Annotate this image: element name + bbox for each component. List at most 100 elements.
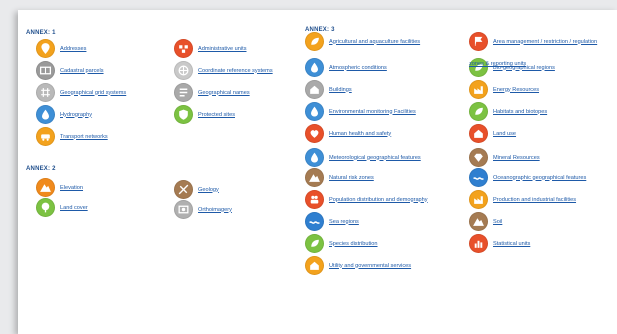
species-distribution-icon (305, 234, 324, 253)
theme-label: Sea regions (329, 218, 359, 225)
theme-label: Geographical grid systems (60, 89, 127, 96)
cadastral-parcels-icon (36, 61, 55, 80)
theme-link-habitats-and-biotopes[interactable]: Habitats and biotopes (469, 102, 547, 121)
theme-link-geographical-names[interactable]: Geographical names (174, 83, 250, 102)
theme-link-statistical-units[interactable]: Statistical units (469, 234, 530, 253)
theme-label: Coordinate reference systems (198, 67, 273, 74)
theme-label: Geographical names (198, 89, 250, 96)
theme-link-coordinate-reference-systems[interactable]: Coordinate reference systems (174, 61, 273, 80)
elevation-icon (36, 178, 55, 197)
theme-label: Transport networks (60, 133, 108, 140)
land-cover-icon (36, 198, 55, 217)
theme-label: Geology (198, 186, 219, 193)
natural-risk-zones-icon (305, 168, 324, 187)
theme-label: Cadastral parcels (60, 67, 104, 74)
theme-label: Species distribution (329, 240, 378, 247)
theme-link-soil[interactable]: Soil (469, 212, 502, 231)
geographical-names-icon (174, 83, 193, 102)
theme-link-transport-networks[interactable]: Transport networks (36, 127, 108, 146)
theme-label: Human health and safety (329, 130, 392, 137)
transport-networks-icon (36, 127, 55, 146)
geology-icon (174, 180, 193, 199)
theme-link-land-use[interactable]: Land use (469, 124, 516, 143)
theme-label: Buildings (329, 86, 352, 93)
annex-2-heading: ANNEX: 2 (26, 166, 56, 172)
theme-link-elevation[interactable]: Elevation (36, 178, 83, 197)
environmental-monitoring-facilities-icon (305, 102, 324, 121)
theme-link-natural-risk-zones[interactable]: Natural risk zones (305, 168, 374, 187)
theme-link-land-cover[interactable]: Land cover (36, 198, 88, 217)
oceanographic-geographical-features-icon (469, 168, 488, 187)
annex-1-heading: ANNEX: 1 (26, 30, 56, 36)
human-health-and-safety-icon (305, 124, 324, 143)
theme-label: Population distribution and demography (329, 196, 428, 203)
theme-link-area-management-restriction-regulation[interactable]: Area management / restriction / regulati… (469, 32, 597, 51)
theme-link-orthoimagery[interactable]: Orthoimagery (174, 200, 232, 219)
theme-label: Energy Resources (493, 86, 540, 93)
administrative-units-icon (174, 39, 193, 58)
statistical-units-icon (469, 234, 488, 253)
theme-link-atmospheric-conditions[interactable]: Atmospheric conditions (305, 58, 387, 77)
area-management-restriction-regulation-icon (469, 32, 488, 51)
hydrography-icon (36, 105, 55, 124)
atmospheric-conditions-icon (305, 58, 324, 77)
agricultural-and-aquaculture-facilities-icon (305, 32, 324, 51)
theme-link-addresses[interactable]: Addresses (36, 39, 86, 58)
buildings-icon (305, 80, 324, 99)
theme-link-energy-resources[interactable]: Energy Resources (469, 80, 539, 99)
geographical-grid-systems-icon (36, 83, 55, 102)
utility-and-governmental-services-icon (305, 256, 324, 275)
land-use-icon (469, 124, 488, 143)
theme-link-hydrography[interactable]: Hydrography (36, 105, 92, 124)
mineral-resources-icon (469, 148, 488, 167)
theme-label: Elevation (60, 184, 84, 191)
coordinate-reference-systems-icon (174, 61, 193, 80)
theme-link-population-distribution-and-demography[interactable]: Population distribution and demography (305, 190, 428, 209)
theme-label: Oceanographic geographical features (493, 174, 587, 181)
theme-label: Environmental monitoring Facilities (329, 108, 416, 115)
production-and-industrial-facilities-icon (469, 190, 488, 209)
theme-link-oceanographic-geographical-features[interactable]: Oceanographic geographical features (469, 168, 586, 187)
theme-label: Land cover (60, 204, 88, 211)
theme-label: Administrative units (198, 45, 247, 52)
theme-label: Area management / restriction / regulati… (493, 38, 598, 45)
theme-link-mineral-resources[interactable]: Mineral Resources (469, 148, 540, 167)
protected-sites-icon (174, 105, 193, 124)
theme-link-geology[interactable]: Geology (174, 180, 219, 199)
inspire-themes-page: ANNEX: 1 Addresses Administrative units … (18, 10, 617, 334)
theme-label: Meteorological geographical features (329, 154, 421, 161)
theme-label: Orthoimagery (198, 206, 232, 213)
theme-label: Addresses (60, 45, 87, 52)
theme-label: Production and industrial facilities (493, 196, 577, 203)
theme-link-cadastral-parcels[interactable]: Cadastral parcels (36, 61, 104, 80)
theme-label: Statistical units (493, 240, 531, 247)
soil-icon (469, 212, 488, 231)
theme-link-meteorological-geographical-features[interactable]: Meteorological geographical features (305, 148, 421, 167)
theme-link-environmental-monitoring-facilities[interactable]: Environmental monitoring Facilities (305, 102, 416, 121)
theme-label: Soil (493, 218, 503, 225)
theme-link-sea-regions[interactable]: Sea regions (305, 212, 359, 231)
theme-link-protected-sites[interactable]: Protected sites (174, 105, 235, 124)
theme-label-continuation[interactable]: zones & reporting units (469, 61, 526, 67)
theme-link-species-distribution[interactable]: Species distribution (305, 234, 378, 253)
theme-link-human-health-and-safety[interactable]: Human health and safety (305, 124, 391, 143)
theme-label: Habitats and biotopes (493, 108, 548, 115)
theme-link-production-and-industrial-facilities[interactable]: Production and industrial facilities (469, 190, 576, 209)
theme-label: Natural risk zones (329, 174, 374, 181)
theme-link-geographical-grid-systems[interactable]: Geographical grid systems (36, 83, 126, 102)
theme-label: Land use (493, 130, 517, 137)
theme-link-utility-and-governmental-services[interactable]: Utility and governmental services (305, 256, 411, 275)
theme-label: Mineral Resources (493, 154, 540, 161)
theme-link-agricultural-and-aquaculture-facilities[interactable]: Agricultural and aquaculture facilities (305, 32, 420, 51)
population-distribution-and-demography-icon (305, 190, 324, 209)
habitats-and-biotopes-icon (469, 102, 488, 121)
sea-regions-icon (305, 212, 324, 231)
theme-label: Atmospheric conditions (329, 64, 387, 71)
addresses-icon (36, 39, 55, 58)
meteorological-geographical-features-icon (305, 148, 324, 167)
theme-label: Protected sites (198, 111, 235, 118)
theme-link-administrative-units[interactable]: Administrative units (174, 39, 247, 58)
orthoimagery-icon (174, 200, 193, 219)
theme-label: Agricultural and aquaculture facilities (329, 38, 421, 45)
theme-link-buildings[interactable]: Buildings (305, 80, 352, 99)
